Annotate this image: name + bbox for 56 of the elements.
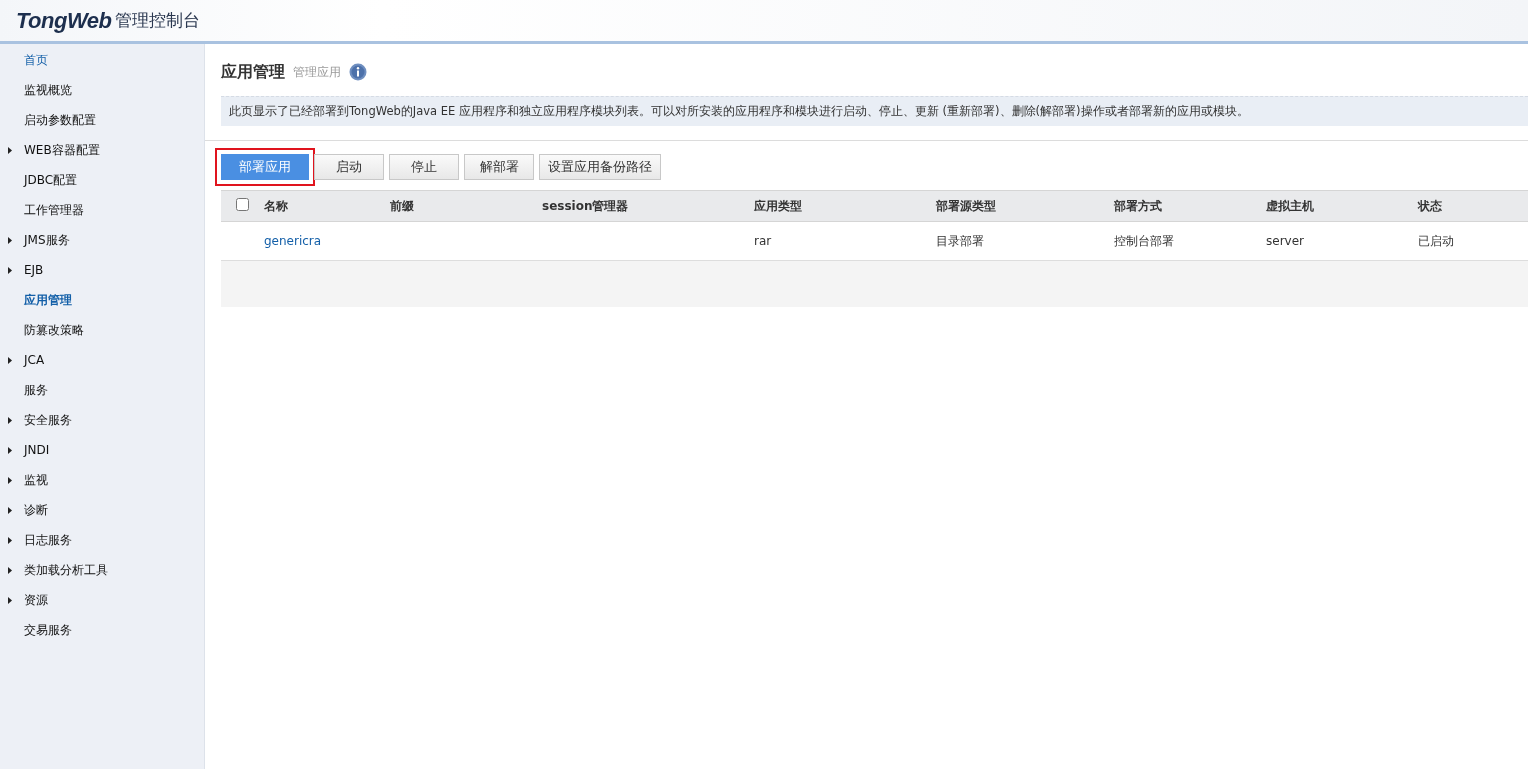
- nav-item[interactable]: 首页: [0, 45, 204, 75]
- action-button[interactable]: 启动: [314, 154, 384, 180]
- caret-icon: [8, 506, 12, 514]
- column-header: 部署源类型: [935, 190, 1113, 222]
- nav-item[interactable]: 安全服务: [0, 405, 204, 435]
- nav-item[interactable]: 启动参数配置: [0, 105, 204, 135]
- column-header: 应用类型: [753, 190, 935, 222]
- column-header: session管理器: [541, 190, 753, 222]
- page-title: 应用管理: [221, 61, 285, 83]
- page-description: 此页显示了已经部署到TongWeb的Java EE 应用程序和独立应用程序模块列表。可以对所安装的应用程序和模块进行启动、停止、更新 (重新部署)、删除(解部署)操作或者部署新的应用或模块。: [221, 96, 1528, 126]
- action-button[interactable]: 解部署: [464, 154, 534, 180]
- column-header: 部署方式: [1113, 190, 1265, 222]
- caret-icon: [8, 476, 12, 484]
- column-header: 前缀: [389, 190, 541, 222]
- nav-item[interactable]: 防篡改策略: [0, 315, 204, 345]
- table-cell: server: [1265, 221, 1417, 261]
- caret-icon: [8, 356, 12, 364]
- caret-icon: [8, 266, 12, 274]
- column-header: 虚拟主机: [1265, 190, 1417, 222]
- column-header: 状态: [1417, 190, 1528, 222]
- caret-icon: [8, 566, 12, 574]
- nav-item[interactable]: 资源: [0, 585, 204, 615]
- nav-item[interactable]: JCA: [0, 345, 204, 375]
- table-cell: rar: [753, 221, 935, 261]
- nav-item[interactable]: JMS服务: [0, 225, 204, 255]
- action-button[interactable]: 设置应用备份路径: [539, 154, 661, 180]
- nav-item[interactable]: 工作管理器: [0, 195, 204, 225]
- nav-item[interactable]: 应用管理: [0, 285, 204, 315]
- nav-item[interactable]: 监视: [0, 465, 204, 495]
- table-cell: 控制台部署: [1113, 221, 1265, 261]
- nav-item[interactable]: 服务: [0, 375, 204, 405]
- nav-item[interactable]: 交易服务: [0, 615, 204, 645]
- table-cell: 已启动: [1417, 221, 1528, 261]
- nav-item[interactable]: 诊断: [0, 495, 204, 525]
- nav-item[interactable]: JNDI: [0, 435, 204, 465]
- nav-item[interactable]: 日志服务: [0, 525, 204, 555]
- nav-item[interactable]: 监视概览: [0, 75, 204, 105]
- caret-icon: [8, 596, 12, 604]
- action-button[interactable]: 停止: [389, 154, 459, 180]
- table-cell: 目录部署: [935, 221, 1113, 261]
- nav-item[interactable]: WEB容器配置: [0, 135, 204, 165]
- console-title: 管理控制台: [115, 9, 201, 32]
- nav-item[interactable]: JDBC配置: [0, 165, 204, 195]
- caret-icon: [8, 236, 12, 244]
- select-all-checkbox[interactable]: [236, 198, 249, 211]
- caret-icon: [8, 146, 12, 154]
- caret-icon: [8, 446, 12, 454]
- info-icon[interactable]: [349, 63, 367, 81]
- nav-item[interactable]: EJB: [0, 255, 204, 285]
- nav-item[interactable]: 类加载分析工具: [0, 555, 204, 585]
- page-subtitle: 管理应用: [293, 63, 341, 81]
- caret-icon: [8, 416, 12, 424]
- caret-icon: [8, 536, 12, 544]
- app-link[interactable]: genericra: [263, 221, 389, 261]
- column-header: 名称: [263, 190, 389, 222]
- logo: TongWeb: [16, 7, 112, 34]
